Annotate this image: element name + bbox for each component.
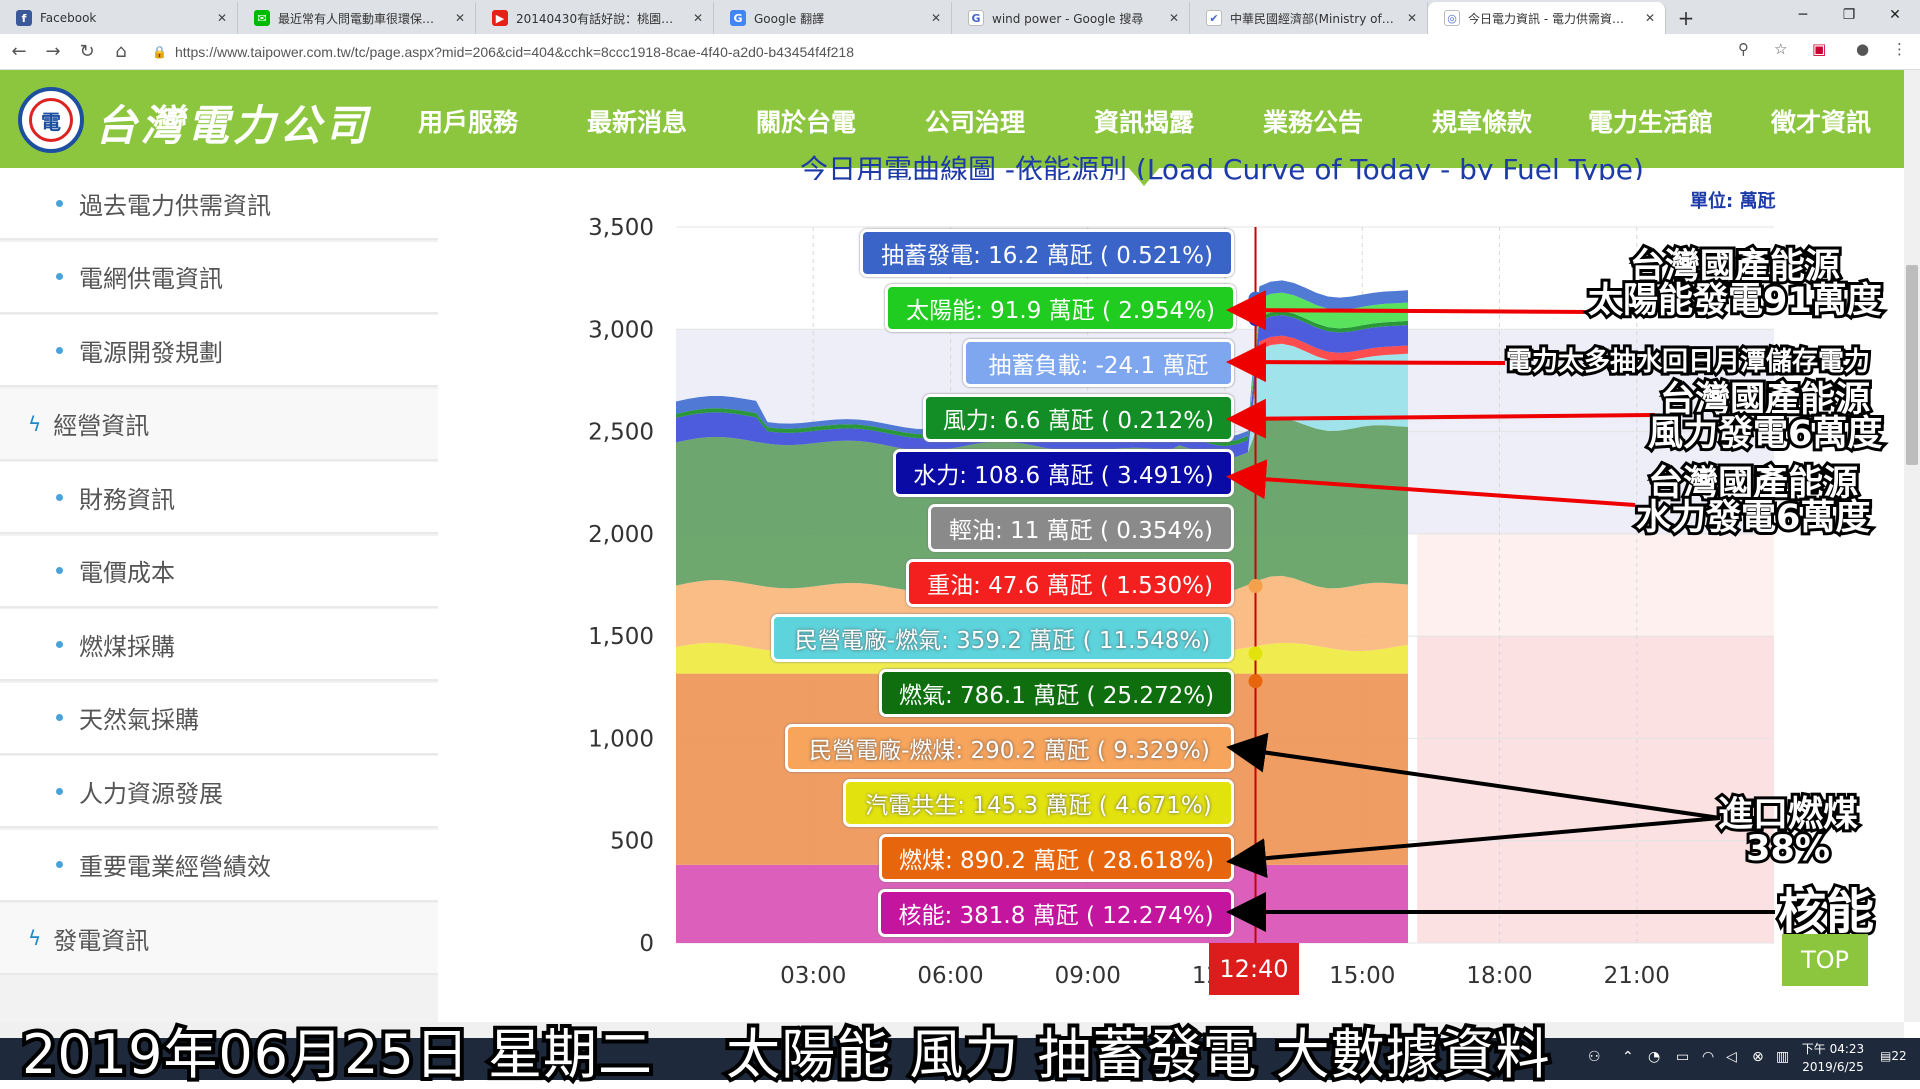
- notification-input-icon[interactable]: ▥: [1776, 1049, 1789, 1065]
- wifi-icon[interactable]: ◠: [1702, 1049, 1714, 1065]
- action-center-icon[interactable]: ▤22: [1880, 1049, 1907, 1063]
- arrow-wind: [1226, 398, 1656, 439]
- arrow-coal-1: [1226, 732, 1721, 820]
- notification-badge: 22: [1891, 1049, 1907, 1063]
- back-to-top-button[interactable]: TOP: [1782, 934, 1868, 986]
- volume-icon[interactable]: ◁: [1726, 1049, 1737, 1065]
- network-icon[interactable]: ◔: [1648, 1049, 1660, 1065]
- arrow-pump: [1226, 342, 1506, 383]
- clock-date: 2019/6/25: [1802, 1060, 1864, 1074]
- annotation-coal: 進口燃煤 38%: [1715, 795, 1861, 870]
- annotation-nuclear: 核能: [1775, 884, 1877, 940]
- annotation-solar: 台灣國產能源 太陽能發電91萬度: [1585, 247, 1885, 322]
- annotation-wind: 台灣國產能源 風力發電6萬度: [1645, 380, 1885, 455]
- annotation-arrows: [1226, 290, 1775, 932]
- people-icon[interactable]: ⚇: [1588, 1049, 1601, 1065]
- taskbar-clock[interactable]: 下午 04:23 2019/6/25: [1798, 1040, 1868, 1076]
- arrow-solar: [1226, 290, 1595, 331]
- ime-icon[interactable]: ⊗: [1752, 1049, 1764, 1065]
- video-caption: 2019年06月25日 星期二 太陽能 風力 抽蓄發電 大數據資料: [18, 1019, 1554, 1089]
- clock-time: 下午 04:23: [1801, 1042, 1865, 1056]
- arrow-hydro: [1226, 459, 1636, 507]
- arrow-coal-2: [1226, 816, 1721, 879]
- battery-icon[interactable]: ▭: [1676, 1049, 1689, 1065]
- annotation-hydro: 台灣國產能源 水力發電6萬度: [1633, 464, 1873, 539]
- vertical-scrollbar[interactable]: [1904, 70, 1920, 1022]
- annotation-pump: 電力太多抽水回日月潭儲存電力: [1503, 344, 1873, 380]
- tray-chevron-icon[interactable]: ⌃: [1622, 1049, 1634, 1065]
- scrollbar-thumb[interactable]: [1906, 265, 1918, 465]
